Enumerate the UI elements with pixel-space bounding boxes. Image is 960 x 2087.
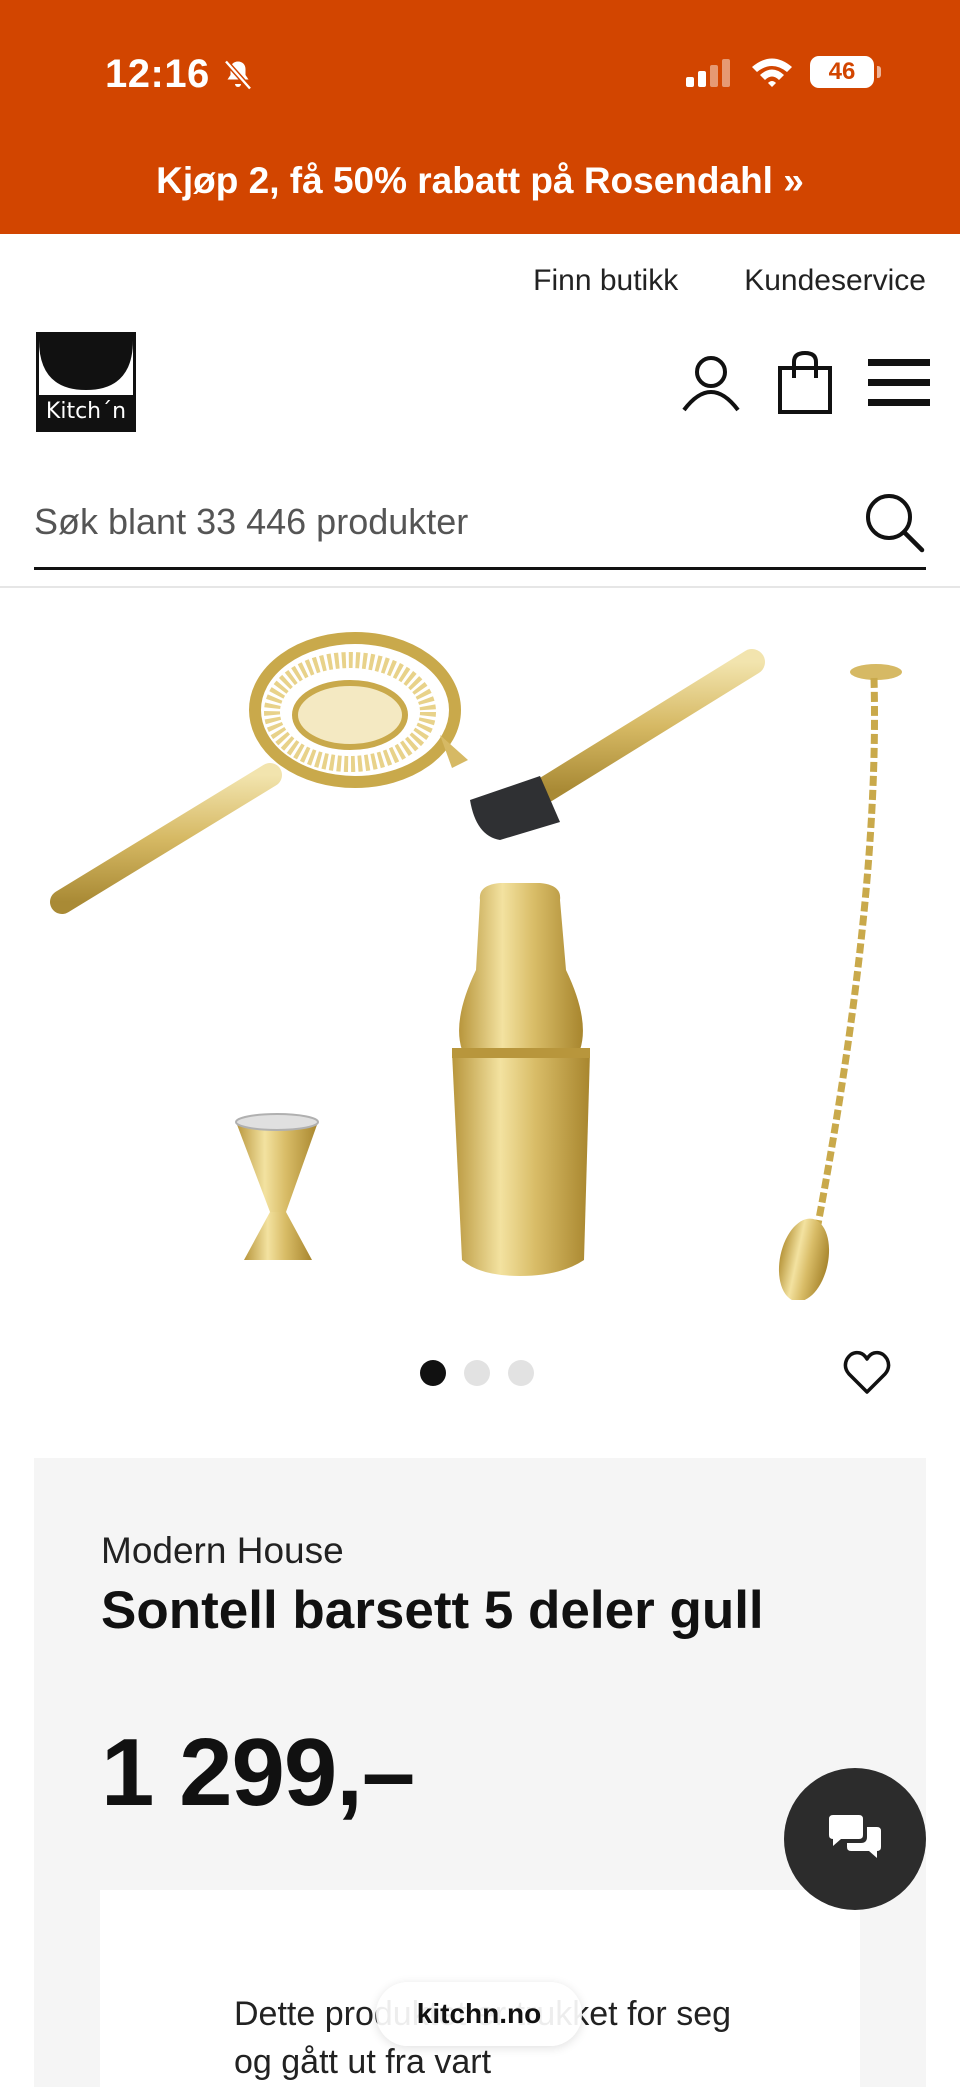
chat-button[interactable]	[784, 1768, 926, 1910]
muddler-image	[470, 649, 765, 840]
find-store-link[interactable]: Finn butikk	[533, 264, 678, 298]
search-bar	[34, 470, 926, 570]
top-banner: 12:16 46 Kjøp 2, få 50% rabatt på Rosend…	[0, 0, 960, 234]
header-divider	[0, 586, 960, 588]
clock: 12:16	[105, 52, 210, 96]
promo-banner[interactable]: Kjøp 2, få 50% rabatt på Rosendahl »	[0, 160, 960, 202]
status-indicators: 46	[686, 56, 881, 88]
bell-slash-icon	[223, 59, 252, 90]
jigger-image	[235, 1113, 319, 1260]
shaker-image	[452, 883, 590, 1276]
product-title: Sontell barsett 5 deler gull	[101, 1581, 764, 1640]
strainer-image	[50, 632, 468, 914]
chat-bubbles-icon	[829, 1815, 881, 1858]
bar-spoon-image	[778, 664, 902, 1300]
gallery-dot-1[interactable]	[420, 1360, 446, 1386]
menu-icon[interactable]	[868, 355, 930, 411]
customer-service-link[interactable]: Kundeservice	[744, 264, 926, 298]
search-input[interactable]	[34, 490, 834, 554]
utility-nav: Finn butikk Kundeservice	[533, 264, 926, 298]
gallery-dot-2[interactable]	[464, 1360, 490, 1386]
wishlist-heart-icon[interactable]	[842, 1348, 892, 1398]
gallery-pagination	[420, 1360, 534, 1386]
status-time: 12:16	[105, 52, 256, 97]
battery-level: 46	[828, 58, 856, 85]
logo-wordmark: Kitch´n	[39, 395, 133, 429]
gallery-dot-3[interactable]	[508, 1360, 534, 1386]
product-price: 1 299,–	[101, 1719, 415, 1826]
battery-indicator: 46	[810, 56, 881, 88]
search-icon[interactable]	[862, 490, 926, 554]
browser-url-pill[interactable]: kitchn.no	[376, 1982, 582, 2046]
cellular-signal-icon	[686, 59, 730, 87]
product-image	[50, 632, 902, 1300]
header-actions	[680, 350, 930, 416]
shopping-bag-icon[interactable]	[776, 350, 834, 416]
kitchn-logo[interactable]: Kitch´n	[36, 332, 136, 432]
product-brand[interactable]: Modern House	[101, 1530, 344, 1572]
wifi-icon	[752, 58, 792, 87]
product-image-gallery[interactable]	[0, 600, 960, 1300]
account-icon[interactable]	[680, 352, 742, 414]
logo-bowl-mark	[39, 335, 133, 390]
